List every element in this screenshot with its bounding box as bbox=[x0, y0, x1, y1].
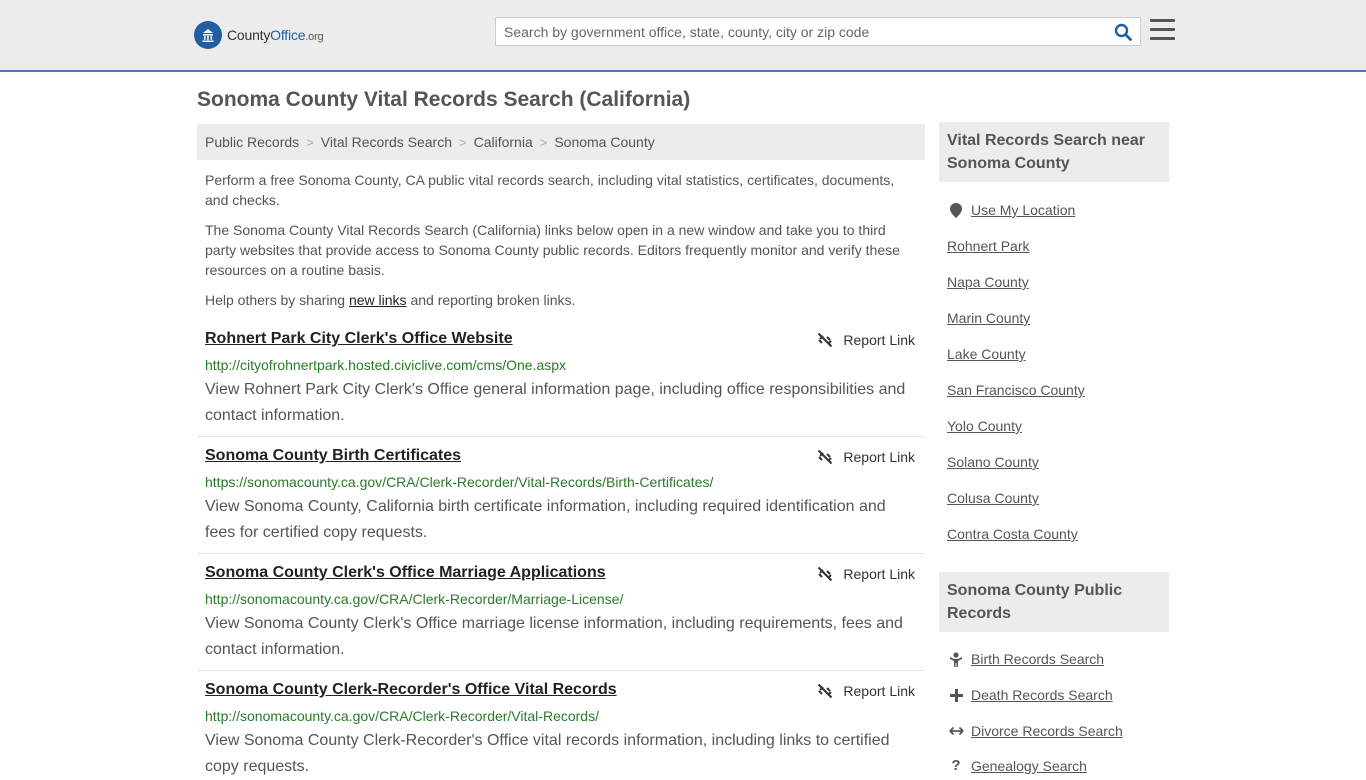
chevron-right-icon: > bbox=[306, 134, 314, 150]
split-arrows-icon bbox=[947, 726, 965, 736]
broken-link-icon bbox=[818, 332, 833, 348]
report-link-label: Report Link bbox=[843, 566, 915, 582]
intro-p3-text: Help others by sharing bbox=[205, 292, 349, 308]
result-item: Rohnert Park City Clerk's Office Website… bbox=[197, 330, 925, 437]
logo-badge-icon bbox=[194, 21, 222, 49]
map-pin-icon bbox=[947, 202, 965, 218]
intro-paragraph-2: The Sonoma County Vital Records Search (… bbox=[205, 222, 900, 278]
top-header: CountyOffice.org bbox=[0, 0, 1366, 72]
search-input[interactable] bbox=[496, 18, 1106, 45]
nearby-link-solano-county[interactable]: Solano County bbox=[947, 454, 1039, 470]
result-url: http://sonomacounty.ca.gov/CRA/Clerk-Rec… bbox=[205, 591, 624, 607]
nearby-link-rohnert-park[interactable]: Rohnert Park bbox=[947, 238, 1029, 254]
result-description: View Sonoma County, California birth cer… bbox=[205, 498, 886, 541]
nearby-link-contra-costa-county[interactable]: Contra Costa County bbox=[947, 526, 1078, 542]
intro-p3-text-end: and reporting broken links. bbox=[406, 292, 576, 308]
report-link-label: Report Link bbox=[843, 332, 915, 348]
broken-link-icon bbox=[818, 566, 833, 582]
intro-paragraph-1: Perform a free Sonoma County, CA public … bbox=[205, 172, 895, 208]
report-link-label: Report Link bbox=[843, 449, 915, 465]
breadcrumb: Public Records > Vital Records Search > … bbox=[197, 124, 925, 160]
nearby-link-napa-county[interactable]: Napa County bbox=[947, 274, 1029, 290]
breadcrumb-public-records[interactable]: Public Records bbox=[205, 134, 299, 150]
report-link-button[interactable]: Report Link bbox=[817, 449, 915, 465]
nearby-heading: Vital Records Search near Sonoma County bbox=[939, 122, 1169, 182]
report-link-button[interactable]: Report Link bbox=[817, 683, 915, 699]
use-my-location: Use My Location bbox=[947, 202, 1075, 218]
result-item: Sonoma County Birth Certificates Report … bbox=[197, 447, 925, 554]
question-icon: ? bbox=[951, 757, 961, 774]
new-links-link[interactable]: new links bbox=[349, 292, 407, 308]
cross-icon bbox=[947, 688, 965, 702]
result-title-link[interactable]: Sonoma County Clerk's Office Marriage Ap… bbox=[205, 564, 606, 582]
logo-brand-part1: County bbox=[227, 27, 271, 43]
report-link-label: Report Link bbox=[843, 683, 915, 699]
nearby-link-marin-county[interactable]: Marin County bbox=[947, 310, 1030, 326]
result-description: View Sonoma County Clerk-Recorder's Offi… bbox=[205, 732, 890, 775]
public-records-heading: Sonoma County Public Records bbox=[939, 572, 1169, 632]
death-records-search-link[interactable]: Death Records Search bbox=[971, 687, 1113, 703]
baby-icon bbox=[947, 651, 965, 667]
result-url: https://sonomacounty.ca.gov/CRA/Clerk-Re… bbox=[205, 474, 714, 490]
nearby-link-san-francisco-county[interactable]: San Francisco County bbox=[947, 382, 1085, 398]
chevron-right-icon: > bbox=[539, 134, 548, 150]
broken-link-icon bbox=[818, 449, 833, 465]
result-description: View Sonoma County Clerk's Office marria… bbox=[205, 615, 903, 658]
logo-brand-part2: Office bbox=[270, 27, 306, 43]
result-title-link[interactable]: Sonoma County Birth Certificates bbox=[205, 447, 461, 465]
result-url: http://cityofrohnertpark.hosted.civicliv… bbox=[205, 357, 567, 373]
search-icon bbox=[1114, 23, 1132, 41]
result-item: Sonoma County Clerk-Recorder's Office Vi… bbox=[197, 681, 925, 775]
birth-records-search-link[interactable]: Birth Records Search bbox=[971, 651, 1104, 667]
divorce-records-search-link[interactable]: Divorce Records Search bbox=[971, 723, 1123, 739]
use-my-location-link[interactable]: Use My Location bbox=[971, 202, 1075, 218]
page-title: Sonoma County Vital Records Search (Cali… bbox=[197, 88, 691, 111]
nearby-link-colusa-county[interactable]: Colusa County bbox=[947, 490, 1039, 506]
search-bar bbox=[495, 17, 1141, 46]
breadcrumb-california[interactable]: California bbox=[474, 134, 533, 150]
report-link-button[interactable]: Report Link bbox=[817, 566, 915, 582]
chevron-right-icon: > bbox=[459, 134, 467, 150]
logo-text: CountyOffice.org bbox=[227, 27, 324, 43]
breadcrumb-sonoma-county: Sonoma County bbox=[554, 134, 655, 150]
result-item: Sonoma County Clerk's Office Marriage Ap… bbox=[197, 564, 925, 671]
result-description: View Rohnert Park City Clerk's Office ge… bbox=[205, 381, 906, 424]
public-link-birth: Birth Records Search bbox=[947, 651, 1104, 667]
logo-tld: .org bbox=[305, 31, 324, 43]
public-link-genealogy: ? Genealogy Search bbox=[947, 757, 1087, 774]
broken-link-icon bbox=[818, 683, 833, 699]
public-link-death: Death Records Search bbox=[947, 687, 1113, 703]
result-title-link[interactable]: Sonoma County Clerk-Recorder's Office Vi… bbox=[205, 681, 617, 699]
nearby-link-lake-county[interactable]: Lake County bbox=[947, 346, 1026, 362]
hamburger-menu-icon[interactable] bbox=[1150, 19, 1175, 43]
public-link-divorce: Divorce Records Search bbox=[947, 723, 1123, 739]
report-link-button[interactable]: Report Link bbox=[817, 332, 915, 348]
result-title-link[interactable]: Rohnert Park City Clerk's Office Website bbox=[205, 330, 513, 348]
site-logo[interactable]: CountyOffice.org bbox=[194, 20, 324, 50]
nearby-link-yolo-county[interactable]: Yolo County bbox=[947, 418, 1022, 434]
result-url: http://sonomacounty.ca.gov/CRA/Clerk-Rec… bbox=[205, 708, 599, 724]
intro-paragraph-3: Help others by sharing new links and rep… bbox=[205, 290, 917, 310]
breadcrumb-vital-records-search[interactable]: Vital Records Search bbox=[321, 134, 452, 150]
search-button[interactable] bbox=[1106, 18, 1140, 45]
genealogy-search-link[interactable]: Genealogy Search bbox=[971, 758, 1087, 774]
